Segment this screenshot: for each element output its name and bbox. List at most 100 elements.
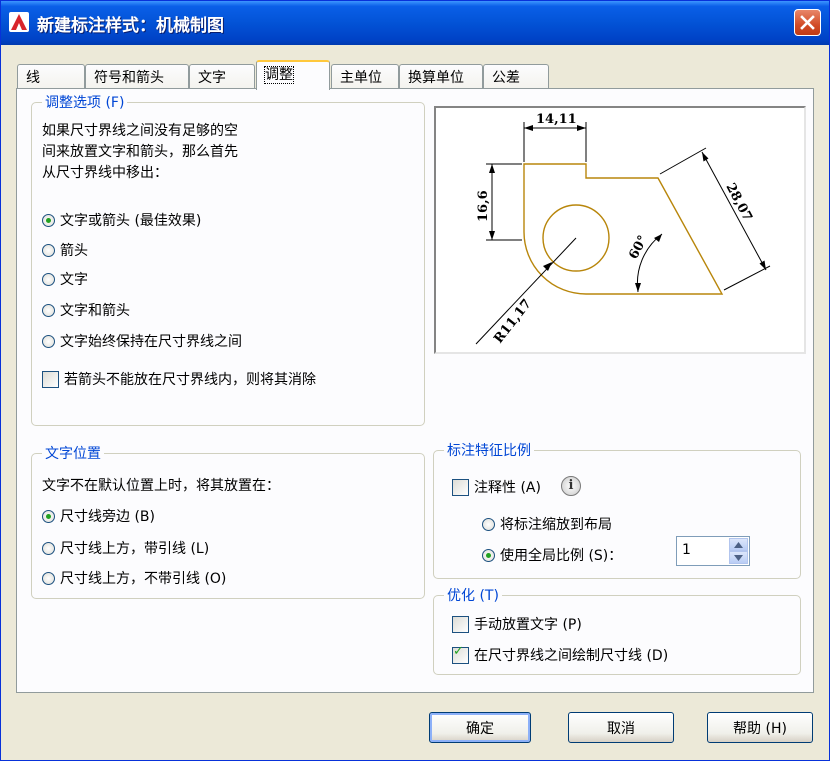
radio-label: 箭头 (60, 243, 88, 259)
scale-legend: 标注特征比例 (444, 440, 534, 460)
checkbox-place-text-manually[interactable]: 手动放置文字 (P) (452, 614, 582, 634)
dialog-window: 新建标注样式：机械制图 线 符号和箭头 文字 调整 主单位 换算单位 公差 调整… (0, 0, 830, 761)
radio-scale-to-layout[interactable]: 将标注缩放到布局 (482, 514, 612, 534)
window-title: 新建标注样式：机械制图 (37, 16, 224, 36)
fit-description-line-2: 间来放置文字和箭头，那么首先 (42, 144, 238, 160)
radio-indicator[interactable] (42, 541, 55, 555)
help-button[interactable]: 帮助 (H) (707, 712, 813, 743)
tab-symbols-arrows[interactable]: 符号和箭头 (85, 64, 189, 88)
checkbox-indicator[interactable] (452, 644, 469, 664)
tab-label: 线 (26, 70, 40, 86)
tab-lines[interactable]: 线 (17, 64, 85, 88)
radio-text-or-arrows[interactable]: 文字或箭头 (最佳效果) (42, 210, 201, 230)
fit-description-line-3: 从尺寸界线中移出： (42, 165, 168, 181)
radio-over-with-leader[interactable]: 尺寸线上方，带引线 (L) (42, 538, 209, 558)
global-scale-input[interactable]: 1 (682, 542, 691, 558)
radio-indicator[interactable] (42, 334, 55, 348)
checkbox-label: 注释性 (A) (474, 480, 541, 496)
text-placement-group: 文字位置 文字不在默认位置上时，将其放置在： 尺寸线旁边 (B) 尺寸线上方，带… (31, 443, 425, 599)
dim-left-label: 16,6 (476, 190, 491, 222)
radio-indicator[interactable] (42, 509, 55, 523)
tab-label: 主单位 (340, 70, 382, 86)
radio-text-and-arrows[interactable]: 文字和箭头 (42, 300, 130, 320)
dim-angle-label: 60° (626, 233, 651, 262)
fit-description-line-1: 如果尺寸界线之间没有足够的空 (42, 123, 238, 139)
dimension-preview-drawing: 14,11 16,6 28,07 60° R11,17 (475, 112, 771, 346)
radio-label: 使用全局比例 (S)： (500, 548, 623, 564)
radio-global-scale[interactable]: 使用全局比例 (S)： (482, 545, 622, 565)
close-button[interactable] (794, 9, 821, 36)
radio-over-without-leader[interactable]: 尺寸线上方，不带引线 (O) (42, 568, 226, 588)
fine-tuning-legend: 优化 (T) (444, 585, 502, 605)
button-label: 确定 (466, 720, 494, 737)
button-label: 帮助 (H) (733, 720, 787, 737)
cancel-button[interactable]: 取消 (568, 712, 674, 743)
spinner-down-button[interactable] (729, 551, 748, 564)
tab-fit[interactable]: 调整 (256, 60, 330, 90)
checkbox-indicator[interactable] (452, 615, 469, 633)
radio-label: 尺寸线上方，不带引线 (O) (60, 571, 227, 587)
fit-options-group: 调整选项 (F) 如果尺寸界线之间没有足够的空 间来放置文字和箭头，那么首先 从… (31, 92, 425, 426)
tab-alternate-units[interactable]: 换算单位 (399, 64, 483, 88)
tab-panel-fit: 调整选项 (F) 如果尺寸界线之间没有足够的空 间来放置文字和箭头，那么首先 从… (16, 88, 814, 693)
radio-indicator[interactable] (42, 213, 55, 227)
text-placement-description: 文字不在默认位置上时，将其放置在： (42, 478, 280, 494)
global-scale-spinner[interactable]: 1 (676, 536, 750, 566)
checkbox-label: 在尺寸界线之间绘制尺寸线 (D) (474, 648, 669, 664)
dimension-line (701, 151, 767, 271)
tab-text[interactable]: 文字 (189, 64, 255, 88)
radius-leader-line (475, 237, 577, 345)
fit-options-legend: 调整选项 (F) (42, 92, 128, 112)
button-label: 取消 (607, 720, 635, 737)
radio-beside-dimension-line[interactable]: 尺寸线旁边 (B) (42, 506, 155, 526)
radio-indicator[interactable] (42, 243, 55, 257)
tab-label: 换算单位 (408, 70, 464, 86)
extension-line (659, 147, 707, 175)
radio-indicator[interactable] (42, 571, 55, 585)
tab-label: 调整 (264, 66, 294, 84)
tab-tolerances[interactable]: 公差 (483, 64, 549, 88)
radio-label: 文字始终保持在尺寸界线之间 (60, 334, 242, 350)
part-outline-shape (523, 163, 724, 295)
radio-text[interactable]: 文字 (42, 269, 88, 289)
dim-top-label: 14,11 (536, 112, 577, 127)
checkbox-suppress-arrows[interactable]: 若箭头不能放在尺寸界线内，则将其消除 (42, 369, 316, 389)
extension-line (723, 265, 771, 291)
info-icon[interactable]: i (561, 476, 581, 496)
radio-indicator[interactable] (482, 517, 495, 531)
radio-label: 文字和箭头 (60, 303, 130, 319)
radio-arrows[interactable]: 箭头 (42, 240, 88, 260)
radio-label: 文字 (60, 272, 88, 288)
radio-label: 尺寸线上方，带引线 (L) (60, 541, 210, 557)
close-icon (800, 15, 815, 30)
arrow-down-icon (734, 554, 743, 561)
tab-label: 符号和箭头 (94, 70, 164, 86)
checkbox-label: 若箭头不能放在尺寸界线内，则将其消除 (64, 372, 316, 388)
fine-tuning-group: 优化 (T) 手动放置文字 (P) 在尺寸界线之间绘制尺寸线 (D) (433, 585, 801, 675)
radio-label: 将标注缩放到布局 (500, 517, 612, 533)
tab-primary-units[interactable]: 主单位 (331, 64, 399, 88)
arrow-up-icon (734, 541, 743, 548)
checkbox-indicator[interactable] (42, 370, 59, 388)
checkbox-annotative[interactable]: 注释性 (A) (452, 477, 541, 497)
tab-label: 文字 (198, 70, 226, 86)
dim-right-label: 28,07 (722, 181, 754, 224)
checkbox-draw-dim-line-between[interactable]: 在尺寸界线之间绘制尺寸线 (D) (452, 644, 669, 665)
preview-pane: 14,11 16,6 28,07 60° R11,17 (434, 106, 806, 354)
tab-label: 公差 (492, 70, 520, 86)
title-bar[interactable]: 新建标注样式：机械制图 (1, 1, 829, 45)
spinner-up-button[interactable] (729, 538, 748, 551)
radio-indicator[interactable] (42, 272, 55, 286)
scale-group: 标注特征比例 注释性 (A) i 将标注缩放到布局 使用全局比例 (S)： 1 (433, 440, 801, 579)
checkbox-indicator[interactable] (452, 478, 469, 496)
radio-text-always-inside[interactable]: 文字始终保持在尺寸界线之间 (42, 331, 242, 351)
radio-label: 尺寸线旁边 (B) (60, 509, 155, 525)
autocad-app-icon (9, 12, 29, 32)
checkbox-label: 手动放置文字 (P) (474, 617, 582, 633)
radio-indicator[interactable] (482, 548, 495, 562)
spinner-buttons (729, 538, 748, 564)
ok-button[interactable]: 确定 (429, 712, 531, 743)
radio-indicator[interactable] (42, 303, 55, 317)
arrowhead (543, 262, 552, 271)
text-placement-legend: 文字位置 (42, 443, 104, 463)
